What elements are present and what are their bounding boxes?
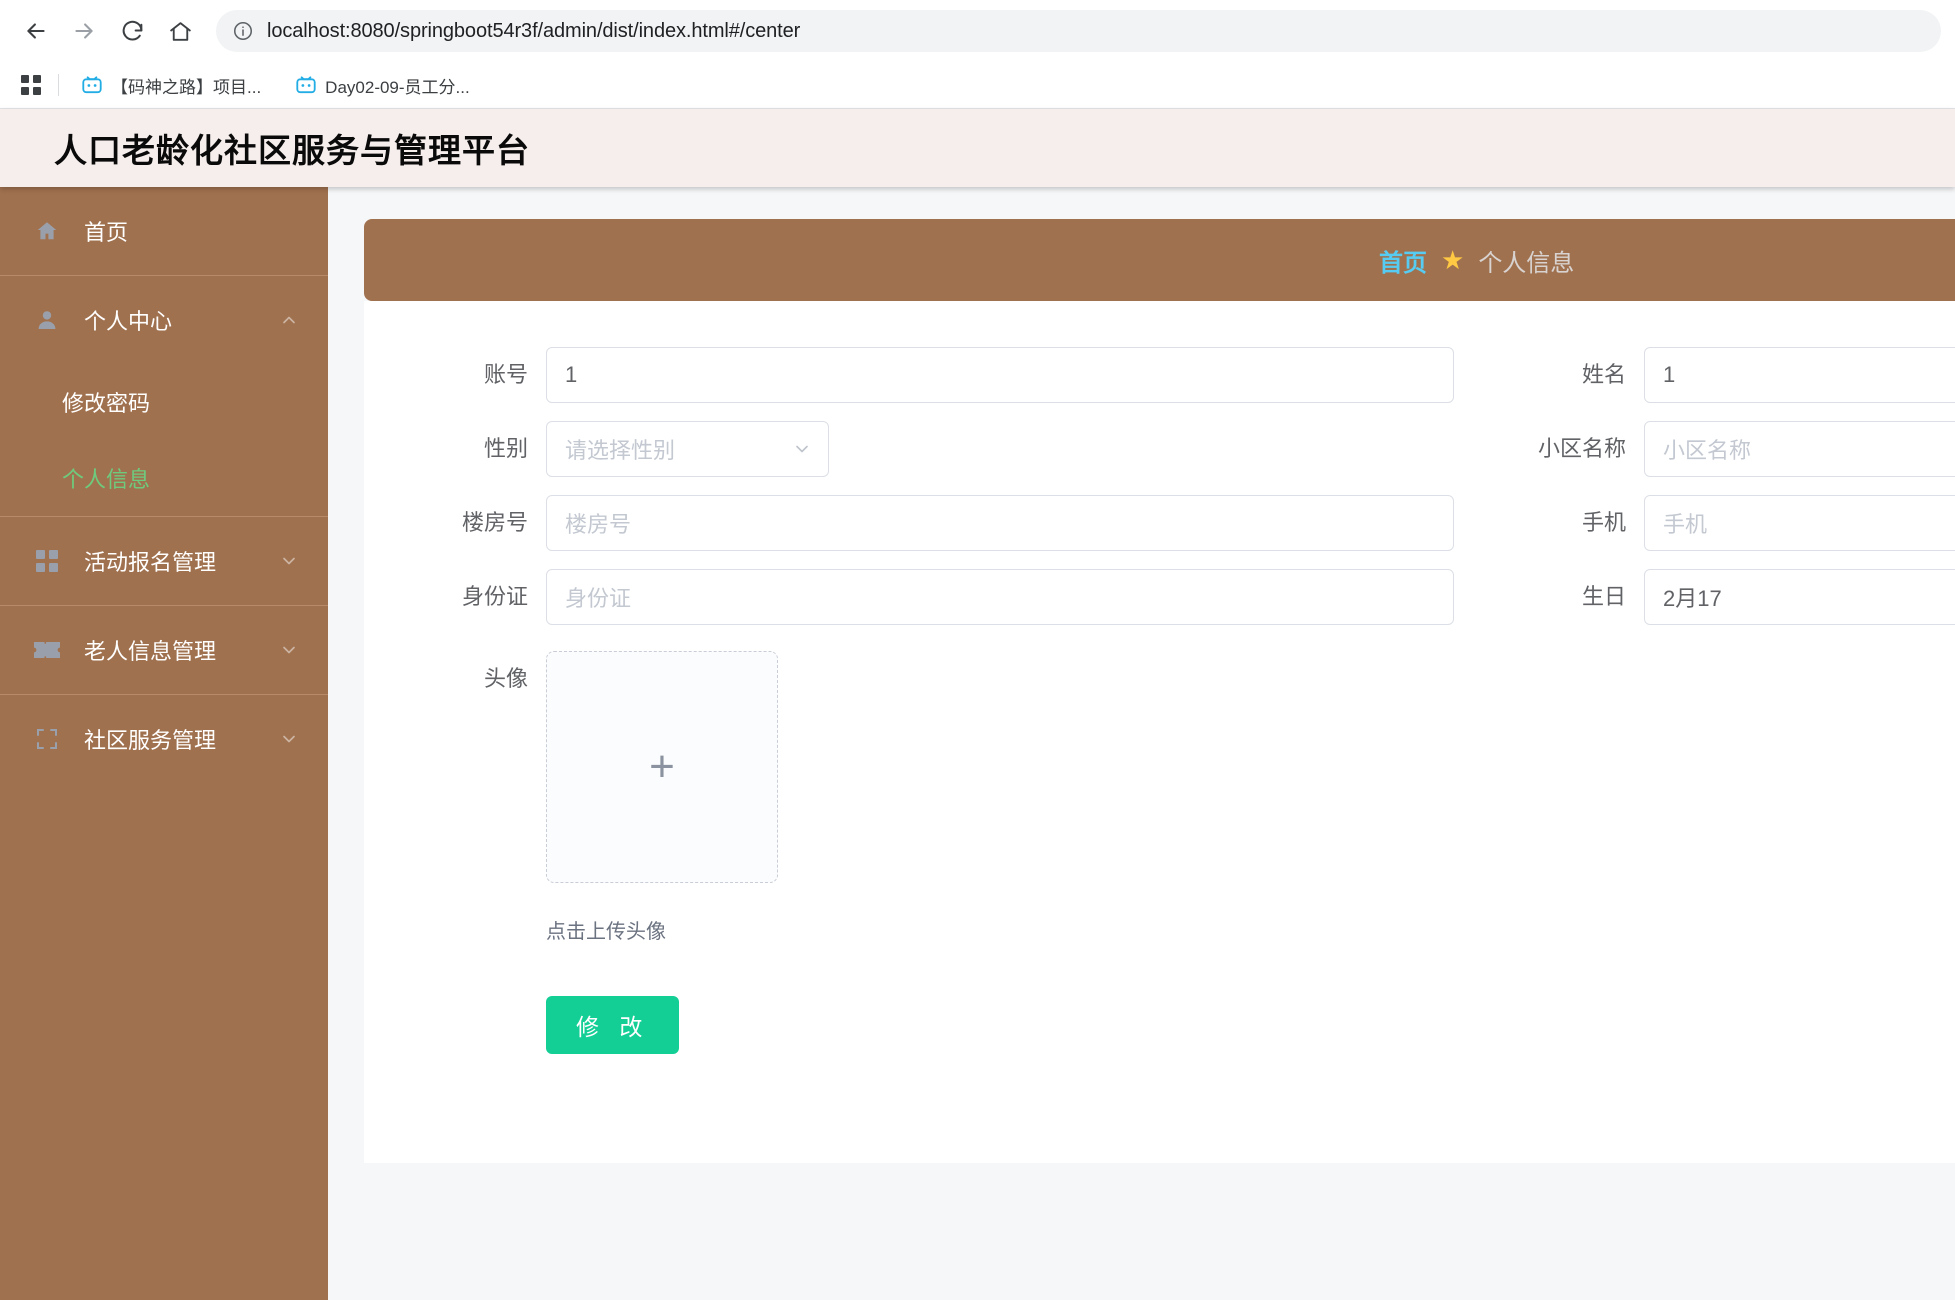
breadcrumb: 首页 ★ 个人信息 [364, 219, 1955, 301]
bilibili-tv-icon [81, 74, 103, 96]
form-field-birthday: 生日 2月17 [1454, 569, 1955, 625]
breadcrumb-home-link[interactable]: 首页 [1379, 243, 1427, 278]
user-icon [34, 307, 60, 333]
account-input[interactable]: 1 [546, 347, 1454, 403]
chevron-down-icon[interactable] [278, 639, 300, 661]
avatar-upload-box[interactable]: + [546, 651, 778, 883]
sidebar-subitem-change-password[interactable]: 修改密码 [0, 364, 328, 440]
bookmark-divider [58, 74, 59, 96]
field-label: 身份证 [461, 584, 528, 609]
field-label: 生日 [1581, 584, 1626, 609]
sidebar-nav: 首页 个人中心 修改密码 个人信息 活动报名管理 老人信息管理 社区服务管理 [0, 187, 328, 1300]
bookmark-label: 【码神之路】项目... [111, 77, 262, 97]
birthday-input[interactable]: 2月17 [1644, 569, 1955, 625]
chevron-down-icon[interactable] [278, 728, 300, 750]
home-icon [34, 218, 60, 244]
page-title: 人口老龄化社区服务与管理平台 [54, 132, 530, 169]
form-field-community-name: 小区名称 小区名称 [1454, 421, 1955, 477]
sidebar-group-community: 社区服务管理 [0, 695, 328, 783]
form-field-phone: 手机 手机 [1454, 495, 1955, 551]
form-field-avatar: 头像 + 点击上传头像 [364, 651, 1955, 944]
sidebar-item-label: 社区服务管理 [84, 728, 217, 753]
sidebar-item-community-service[interactable]: 社区服务管理 [0, 695, 328, 783]
plus-icon: + [649, 742, 675, 791]
sidebar-item-label: 首页 [84, 220, 129, 245]
home-button[interactable] [158, 9, 202, 53]
building-number-input[interactable]: 楼房号 [546, 495, 1454, 551]
crop-icon [34, 726, 60, 752]
application-root: 人口老龄化社区服务与管理平台 首页 个人中心 修改密码 个人信息 活动报名管理 … [0, 109, 1955, 1300]
sidebar-subitem-label: 修改密码 [62, 391, 151, 416]
submit-button[interactable]: 修 改 [546, 996, 680, 1054]
sidebar-item-home[interactable]: 首页 [0, 187, 328, 275]
field-label: 小区名称 [1537, 436, 1626, 461]
sidebar-subitem-personal-info[interactable]: 个人信息 [0, 440, 328, 516]
sidebar-item-personal-center[interactable]: 个人中心 [0, 276, 328, 364]
name-input[interactable]: 1 [1644, 347, 1955, 403]
chevron-up-icon[interactable] [278, 309, 300, 331]
bookmark-label: Day02-09-员工分... [325, 77, 470, 97]
sidebar-item-elder-info[interactable]: 老人信息管理 [0, 606, 328, 694]
address-bar-url: localhost:8080/springboot54r3f/admin/dis… [267, 19, 801, 42]
reload-button[interactable] [110, 9, 154, 53]
field-label: 手机 [1581, 510, 1626, 535]
sidebar-item-label: 活动报名管理 [84, 550, 217, 575]
form-field-account: 账号 1 [364, 347, 1454, 403]
bilibili-tv-icon [295, 74, 317, 96]
bookmark-item[interactable]: Day02-09-员工分... [285, 68, 480, 103]
form-field-gender: 性别 请选择性别 [364, 421, 1454, 477]
chevron-down-icon[interactable] [278, 550, 300, 572]
star-icon: ★ [1441, 245, 1465, 275]
profile-form-card: 账号 1 姓名 1 性别 请选择性别 小区名称 小区名称 楼房号 楼房号 手机 … [364, 301, 1955, 1163]
id-card-input[interactable]: 身份证 [546, 569, 1454, 625]
sidebar-subitem-label: 个人信息 [62, 467, 151, 492]
main-content: 首页 ★ 个人信息 账号 1 姓名 1 性别 请选择性别 小区名称 小区名称 楼… [328, 187, 1955, 1300]
ticket-icon [34, 637, 60, 663]
chevron-down-icon[interactable] [792, 439, 812, 459]
gender-select-value: 请选择性别 [565, 438, 676, 463]
browser-chrome: localhost:8080/springboot54r3f/admin/dis… [0, 0, 1955, 109]
app-header: 人口老龄化社区服务与管理平台 [0, 109, 1955, 187]
bookmark-bar: 【码神之路】项目... Day02-09-员工分... [0, 62, 1955, 108]
app-body: 首页 个人中心 修改密码 个人信息 活动报名管理 老人信息管理 社区服务管理 首… [0, 187, 1955, 1300]
field-label: 头像 [483, 666, 528, 691]
bookmark-item[interactable]: 【码神之路】项目... [71, 68, 271, 103]
breadcrumb-current: 个人信息 [1478, 249, 1575, 277]
form-row: 楼房号 楼房号 手机 手机 [364, 495, 1955, 551]
address-bar[interactable]: localhost:8080/springboot54r3f/admin/dis… [216, 10, 1941, 52]
sidebar-group-home: 首页 [0, 187, 328, 276]
sidebar-item-label: 老人信息管理 [84, 639, 217, 664]
field-label: 性别 [483, 436, 528, 461]
grid-icon [34, 548, 60, 574]
field-label: 账号 [483, 362, 528, 387]
forward-button[interactable] [62, 9, 106, 53]
form-field-name: 姓名 1 [1454, 347, 1955, 403]
browser-toolbar: localhost:8080/springboot54r3f/admin/dis… [0, 0, 1955, 62]
form-field-id-card: 身份证 身份证 [364, 569, 1454, 625]
site-info-icon[interactable] [232, 20, 254, 42]
community-name-input[interactable]: 小区名称 [1644, 421, 1955, 477]
sidebar-group-activity: 活动报名管理 [0, 517, 328, 606]
field-label: 姓名 [1581, 362, 1626, 387]
field-label: 楼房号 [461, 510, 528, 535]
apps-grid-icon[interactable] [14, 68, 48, 102]
form-row: 身份证 身份证 生日 2月17 [364, 569, 1955, 625]
avatar-upload-tip: 点击上传头像 [546, 921, 666, 943]
avatar-upload-wrap: + 点击上传头像 [546, 651, 778, 944]
form-row: 账号 1 姓名 1 [364, 347, 1955, 403]
submit-row: 修 改 [364, 996, 1955, 1054]
phone-input[interactable]: 手机 [1644, 495, 1955, 551]
form-field-building-number: 楼房号 楼房号 [364, 495, 1454, 551]
form-row: 性别 请选择性别 小区名称 小区名称 [364, 421, 1955, 477]
sidebar-group-elder: 老人信息管理 [0, 606, 328, 695]
back-button[interactable] [14, 9, 58, 53]
sidebar-group-personal: 个人中心 修改密码 个人信息 [0, 276, 328, 517]
gender-select[interactable]: 请选择性别 [546, 421, 829, 477]
sidebar-item-label: 个人中心 [84, 309, 173, 334]
sidebar-item-activity-registration[interactable]: 活动报名管理 [0, 517, 328, 605]
